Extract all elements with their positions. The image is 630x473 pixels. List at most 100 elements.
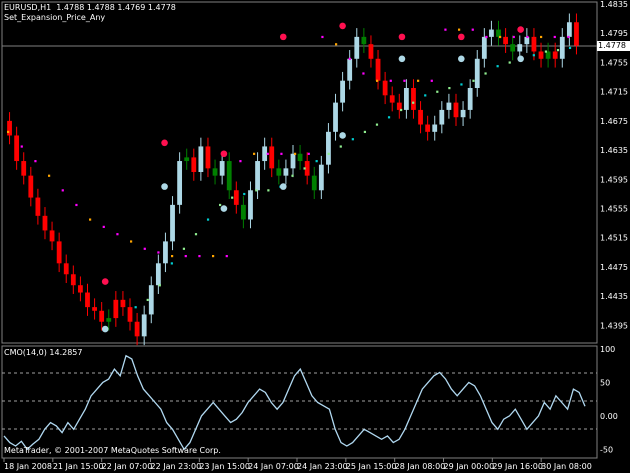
stop-dots-group bbox=[7, 22, 572, 333]
stop-down-dot bbox=[444, 28, 447, 31]
candle bbox=[35, 188, 41, 225]
stop-down-dot bbox=[321, 35, 324, 39]
stop-down-dot bbox=[553, 35, 556, 39]
stop-down-dot bbox=[7, 130, 10, 134]
current-price-label: 1.4778 bbox=[597, 41, 630, 51]
stop-up-dot bbox=[460, 83, 463, 86]
price-tick-label: 1.4475 bbox=[600, 263, 628, 272]
candle bbox=[85, 283, 90, 316]
stop-down-dot bbox=[376, 79, 379, 82]
candles-group bbox=[7, 13, 579, 346]
candle bbox=[120, 291, 126, 316]
stop-up-dot bbox=[508, 61, 511, 64]
candle bbox=[262, 137, 268, 170]
stop-up-dot bbox=[219, 203, 222, 207]
candle bbox=[396, 93, 402, 119]
cmo-panel: 100 50 0.00 -50 bbox=[1, 345, 618, 459]
candle bbox=[134, 312, 140, 346]
stop-down-dot bbox=[485, 35, 488, 39]
price-tick-label: 1.4755 bbox=[600, 58, 628, 67]
stop-up-dot bbox=[472, 79, 475, 82]
candle bbox=[42, 207, 48, 240]
stop-up-dot bbox=[484, 72, 487, 75]
price-tick-label: 1.4555 bbox=[600, 205, 628, 214]
stop-up-dot bbox=[400, 108, 403, 112]
time-tick-label: 22 Jan 23:00 bbox=[151, 462, 202, 471]
stop-down-dot bbox=[75, 203, 78, 207]
stop-up-dot bbox=[556, 49, 560, 52]
candle bbox=[127, 298, 133, 331]
time-tick-label: 18 Jan 2008 bbox=[4, 462, 52, 471]
cmo-title: CMO(14,0) 14.2857 bbox=[4, 348, 83, 357]
price-tick-label: 1.4395 bbox=[600, 321, 628, 330]
stop-up-dot bbox=[146, 298, 149, 302]
price-tick-label: 1.4835 bbox=[600, 0, 628, 9]
candle bbox=[333, 93, 338, 141]
stop-down-dot bbox=[280, 152, 283, 155]
candle bbox=[290, 144, 296, 178]
buy-signal-dot bbox=[398, 55, 406, 63]
time-tick-label: 25 Jan 15:00 bbox=[346, 462, 397, 471]
stop-down-dot bbox=[417, 79, 420, 82]
stop-down-dot bbox=[458, 28, 461, 31]
stop-up-dot bbox=[267, 189, 270, 192]
candle bbox=[276, 159, 282, 185]
candle bbox=[269, 137, 275, 178]
sell-signal-dot bbox=[161, 139, 168, 147]
stop-up-dot bbox=[544, 50, 548, 53]
candle bbox=[340, 71, 346, 112]
candle bbox=[311, 166, 317, 200]
stop-down-dot bbox=[294, 152, 297, 155]
candle bbox=[198, 137, 204, 181]
candle bbox=[467, 79, 473, 119]
stop-up-dot bbox=[436, 90, 439, 93]
stop-down-dot bbox=[34, 160, 37, 163]
candle bbox=[233, 181, 239, 214]
candle bbox=[559, 28, 565, 68]
candle bbox=[63, 254, 69, 284]
stop-up-dot bbox=[206, 218, 210, 221]
buy-signal-dot bbox=[101, 325, 109, 333]
candle bbox=[326, 123, 331, 174]
candle bbox=[78, 276, 83, 302]
time-tick-label: 29 Jan 16:00 bbox=[492, 462, 543, 471]
price-tick-label: 1.4675 bbox=[600, 117, 628, 126]
stop-down-dot bbox=[403, 79, 406, 82]
stop-up-dot bbox=[568, 46, 572, 50]
cmo-axis: 100 50 0.00 -50 bbox=[600, 345, 618, 454]
stop-down-dot bbox=[184, 255, 187, 258]
stop-down-dot bbox=[212, 255, 215, 258]
time-tick-label: 28 Jan 08:00 bbox=[395, 462, 446, 471]
stop-down-dot bbox=[567, 35, 570, 39]
candle bbox=[354, 28, 360, 68]
candle bbox=[141, 305, 147, 346]
cmo-tick-label: 50 bbox=[600, 378, 610, 387]
stop-up-dot bbox=[182, 247, 186, 250]
buy-signal-dot bbox=[161, 183, 168, 190]
stop-down-dot bbox=[225, 255, 228, 258]
candle bbox=[297, 144, 303, 170]
trading-chart: 1.4835 1.4795 1.4755 1.4715 1.4675 1.4635 1.45… bbox=[1, 0, 628, 471]
stop-down-dot bbox=[348, 57, 351, 60]
stop-down-dot bbox=[540, 35, 543, 39]
candle bbox=[489, 20, 494, 46]
candle bbox=[191, 148, 197, 181]
time-tick-label: 24 Jan 23:00 bbox=[297, 462, 348, 471]
candle bbox=[113, 291, 119, 327]
sell-signal-dot bbox=[339, 22, 346, 30]
time-tick-label: 29 Jan 00:00 bbox=[444, 462, 495, 471]
stop-down-dot bbox=[526, 35, 529, 39]
stop-up-dot bbox=[448, 87, 451, 90]
candle bbox=[453, 93, 459, 126]
stop-down-dot bbox=[171, 255, 174, 258]
candle bbox=[318, 155, 324, 200]
candle bbox=[566, 13, 572, 46]
stop-up-dot bbox=[496, 65, 499, 68]
candle bbox=[510, 35, 516, 61]
stop-up-dot bbox=[303, 167, 306, 170]
stop-up-dot bbox=[387, 116, 391, 119]
stop-up-dot bbox=[243, 192, 246, 196]
stop-up-dot bbox=[532, 54, 535, 57]
stop-down-dot bbox=[266, 152, 269, 155]
time-tick-label: 21 Jan 15:00 bbox=[53, 462, 104, 471]
